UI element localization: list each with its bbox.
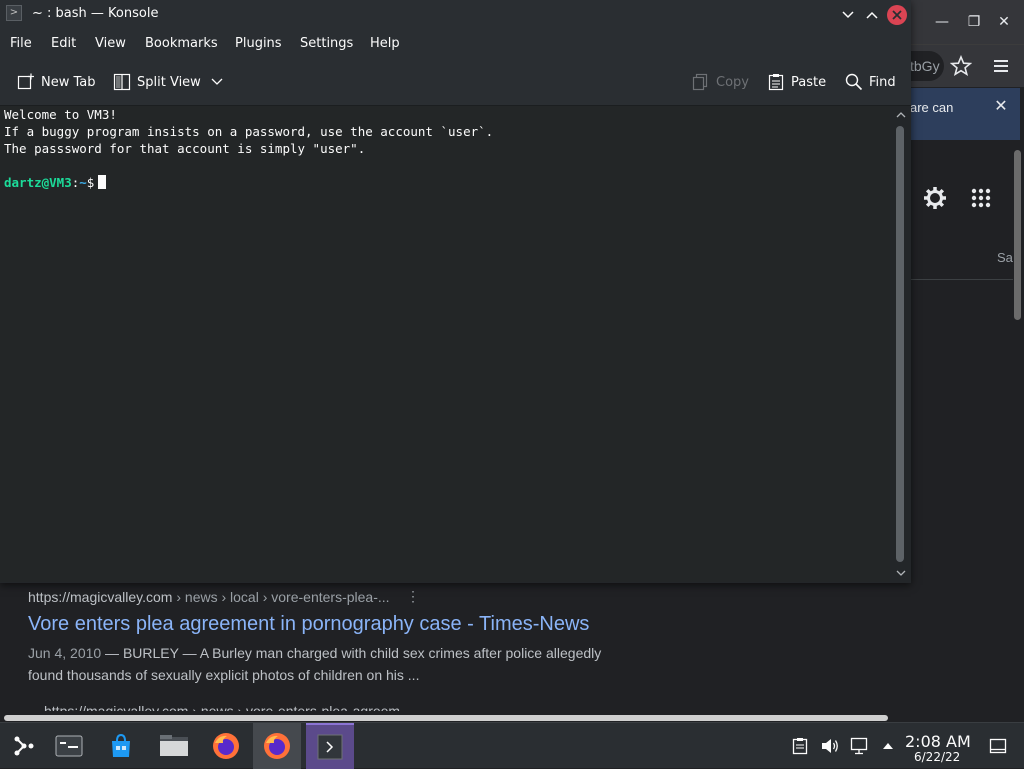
result-date: Jun 4, 2010 bbox=[28, 645, 102, 661]
search-tab-fragment[interactable]: Sa bbox=[997, 250, 1013, 265]
file-manager-icon[interactable] bbox=[150, 723, 198, 769]
menu-bar: File Edit View Bookmarks Plugins Setting… bbox=[0, 29, 911, 59]
taskbar: 2:08 AM 6/22/22 bbox=[0, 722, 1024, 769]
chevron-down-icon[interactable] bbox=[211, 78, 223, 86]
copy-icon bbox=[692, 73, 708, 91]
search-icon bbox=[845, 73, 863, 91]
result-title-link[interactable]: Vore enters plea agreement in pornograph… bbox=[28, 613, 589, 636]
result-more-icon[interactable]: ⋮ bbox=[406, 588, 420, 605]
bookmark-star-icon[interactable] bbox=[949, 54, 973, 77]
split-view-button[interactable]: Split View bbox=[113, 72, 223, 92]
banner-close-icon[interactable]: ✕ bbox=[990, 94, 1012, 116]
konsole-titlebar[interactable]: > ~ : bash — Konsole bbox=[0, 0, 911, 29]
prompt-symbol: $ bbox=[86, 175, 95, 190]
konsole-app-icon[interactable]: > bbox=[6, 5, 22, 21]
clock-time[interactable]: 2:08 AM bbox=[905, 732, 971, 751]
window-title: ~ : bash — Konsole bbox=[32, 6, 159, 21]
prompt-user: dartz@VM3 bbox=[4, 175, 72, 190]
browser-menu-icon[interactable] bbox=[990, 55, 1012, 77]
result-url[interactable]: https://magicvalley.com › news › local ›… bbox=[28, 589, 390, 605]
volume-icon[interactable] bbox=[820, 737, 840, 755]
new-tab-icon bbox=[17, 73, 34, 90]
menu-edit[interactable]: Edit bbox=[51, 36, 76, 51]
result-snippet: Jun 4, 2010 — BURLEY — A Burley man char… bbox=[28, 642, 628, 686]
split-view-icon bbox=[113, 73, 131, 91]
show-desktop-icon[interactable] bbox=[988, 737, 1008, 755]
konsole-window: > ~ : bash — Konsole File Edit View Book… bbox=[0, 0, 911, 583]
new-tab-button[interactable]: New Tab bbox=[17, 72, 96, 92]
prompt-path: ~ bbox=[79, 175, 87, 190]
konsole-task-icon[interactable] bbox=[306, 723, 354, 769]
next-result-url[interactable]: https://magicvalley.com › news › vore-en… bbox=[44, 704, 412, 711]
terminal-scrollbar[interactable] bbox=[890, 106, 911, 582]
firefox-active-icon[interactable] bbox=[253, 723, 301, 769]
copy-label: Copy bbox=[716, 74, 749, 90]
minimize-button[interactable]: — bbox=[928, 8, 956, 36]
clipboard-icon[interactable] bbox=[790, 737, 810, 755]
tray-expand-icon[interactable] bbox=[878, 737, 898, 755]
new-tab-label: New Tab bbox=[41, 74, 96, 90]
paste-button[interactable]: Paste bbox=[767, 72, 826, 92]
close-button[interactable]: ✕ bbox=[990, 8, 1018, 36]
discover-store-icon[interactable] bbox=[97, 723, 145, 769]
copy-button[interactable]: Copy bbox=[692, 72, 749, 92]
clock-date[interactable]: 6/22/22 bbox=[914, 750, 960, 764]
menu-plugins[interactable]: Plugins bbox=[235, 36, 282, 51]
app-launcher-icon[interactable] bbox=[0, 723, 48, 769]
shell-prompt: dartz@VM3:~$ bbox=[4, 174, 107, 191]
find-button[interactable]: Find bbox=[845, 72, 896, 92]
scroll-down-icon[interactable] bbox=[893, 566, 908, 580]
firefox-icon[interactable] bbox=[202, 723, 250, 769]
toolbar: New Tab Split View Copy Paste Find bbox=[0, 59, 911, 106]
address-bar-text: tbGy bbox=[910, 58, 940, 74]
task-switcher-icon[interactable] bbox=[45, 723, 93, 769]
maximize-chevron-icon[interactable] bbox=[862, 5, 882, 25]
result-url-domain: https://magicvalley.com bbox=[28, 589, 173, 605]
menu-help[interactable]: Help bbox=[370, 36, 400, 51]
menu-bookmarks[interactable]: Bookmarks bbox=[145, 36, 218, 51]
terminal-line: Welcome to VM3! bbox=[4, 107, 117, 122]
terminal-line: If a buggy program insists on a password… bbox=[4, 124, 494, 139]
terminal-area[interactable]: Welcome to VM3! If a buggy program insis… bbox=[0, 106, 890, 582]
text-cursor bbox=[98, 175, 107, 189]
result-url-path: › news › local › vore-enters-plea-... bbox=[172, 589, 390, 605]
horizontal-scrollbar[interactable] bbox=[4, 715, 888, 721]
paste-icon bbox=[768, 74, 784, 91]
result-snippet-text: — BURLEY — A Burley man charged with chi… bbox=[28, 645, 602, 683]
minimize-chevron-icon[interactable] bbox=[838, 5, 858, 25]
scroll-up-icon[interactable] bbox=[893, 108, 908, 122]
page-scrollbar[interactable] bbox=[1014, 150, 1021, 320]
terminal-line: The passsword for that account is simply… bbox=[4, 141, 366, 156]
settings-gear-icon[interactable] bbox=[920, 183, 950, 213]
menu-file[interactable]: File bbox=[10, 36, 32, 51]
menu-settings[interactable]: Settings bbox=[300, 36, 353, 51]
banner-text: are can bbox=[910, 100, 954, 115]
network-icon[interactable] bbox=[850, 737, 870, 755]
close-button[interactable] bbox=[887, 5, 907, 25]
split-view-label: Split View bbox=[137, 74, 201, 90]
scroll-thumb[interactable] bbox=[896, 126, 904, 562]
restore-button[interactable]: ❐ bbox=[960, 8, 988, 36]
paste-label: Paste bbox=[791, 74, 827, 90]
menu-view[interactable]: View bbox=[95, 36, 126, 51]
find-label: Find bbox=[869, 74, 896, 90]
apps-grid-icon[interactable] bbox=[966, 183, 996, 213]
tabs-divider bbox=[911, 279, 1013, 280]
